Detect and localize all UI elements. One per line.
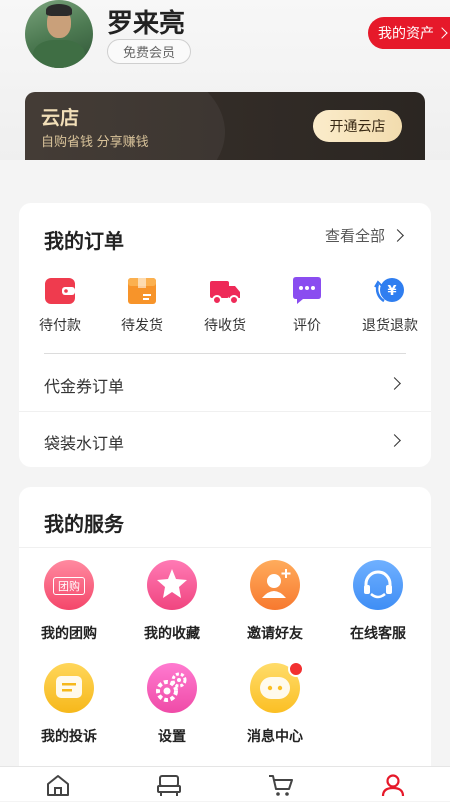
my-assets-label: 我的资产 [378, 25, 434, 41]
avatar-hair [46, 4, 72, 16]
order-status-label: 待付款 [39, 317, 81, 333]
service-label: 我的投诉 [41, 728, 97, 744]
refund-icon: ¥ [374, 276, 406, 306]
service-message-center[interactable]: 消息中心 [230, 661, 320, 746]
tab-store[interactable] [156, 773, 182, 797]
order-status-to-receive[interactable]: 待收货 [185, 276, 265, 335]
order-status-row: 待付款 待发货 待收货 评价 ¥ 退货退款 [19, 276, 431, 342]
invite-friend-icon [250, 560, 300, 610]
group-buy-badge: 团购 [53, 577, 85, 595]
service-label: 邀请好友 [247, 625, 303, 641]
bottom-tab-bar [0, 766, 450, 801]
order-status-label: 待收货 [204, 317, 246, 333]
services-card: 我的服务 团购 我的团购 我的收藏 邀请好友 在线客服 我的投诉 设置 消息中心 [19, 487, 431, 777]
truck-icon [209, 276, 241, 306]
service-label: 设置 [158, 728, 186, 744]
cart-icon [269, 775, 293, 796]
view-all-orders-link[interactable]: 查看全部 [325, 225, 404, 246]
service-complaints[interactable]: 我的投诉 [24, 663, 114, 746]
divider [19, 547, 431, 548]
home-icon [47, 775, 69, 796]
service-label: 消息中心 [247, 728, 303, 744]
package-icon [126, 276, 158, 306]
settings-icon [147, 663, 197, 713]
service-group-buy[interactable]: 团购 我的团购 [24, 560, 114, 643]
profile-icon [381, 774, 405, 797]
order-status-label: 退货退款 [362, 317, 418, 333]
service-settings[interactable]: 设置 [127, 663, 217, 746]
open-cloud-store-button[interactable]: 开通云店 [313, 110, 402, 142]
my-assets-button[interactable]: 我的资产 [368, 17, 450, 49]
chevron-right-icon [388, 377, 401, 390]
avatar[interactable] [25, 0, 93, 68]
orders-card: 我的订单 查看全部 待付款 待发货 待收货 评价 ¥ 退货退款 代金券订单 袋装… [19, 203, 431, 467]
profile-header: 罗来亮 免费会员 我的资产 云店 自购省钱 分享赚钱 开通云店 [0, 0, 450, 160]
service-label: 在线客服 [350, 625, 406, 641]
voucher-orders-row[interactable]: 代金券订单 [19, 355, 431, 411]
order-status-to-ship[interactable]: 待发货 [102, 276, 182, 335]
bagged-water-orders-row[interactable]: 袋装水订单 [19, 412, 431, 468]
row-label: 代金券订单 [44, 379, 125, 396]
tab-home[interactable] [45, 773, 71, 797]
order-status-label: 待发货 [121, 317, 163, 333]
customer-service-icon [353, 560, 403, 610]
cloud-store-title: 云店 [41, 108, 80, 129]
chevron-right-icon [391, 229, 404, 242]
row-label: 袋装水订单 [44, 436, 125, 453]
order-status-pending-payment[interactable]: 待付款 [20, 276, 100, 335]
tab-cart[interactable] [268, 773, 294, 797]
order-status-review[interactable]: 评价 [267, 276, 347, 335]
comment-icon [291, 276, 323, 306]
group-buy-icon: 团购 [44, 560, 94, 610]
avatar-body [33, 40, 85, 68]
service-label: 我的团购 [41, 625, 97, 641]
member-level-badge: 免费会员 [107, 39, 191, 64]
favorite-icon [147, 560, 197, 610]
chevron-right-icon [436, 27, 448, 39]
service-label: 我的收藏 [144, 625, 200, 641]
view-all-label: 查看全部 [325, 228, 386, 245]
services-title: 我的服务 [44, 514, 124, 536]
message-center-icon [250, 661, 304, 713]
orders-title: 我的订单 [44, 231, 124, 253]
tab-profile[interactable] [380, 773, 406, 797]
service-favorites[interactable]: 我的收藏 [127, 560, 217, 643]
username: 罗来亮 [107, 8, 186, 38]
cloud-store-subtitle: 自购省钱 分享赚钱 [41, 134, 149, 149]
order-status-label: 评价 [293, 317, 321, 333]
order-status-refund[interactable]: ¥ 退货退款 [350, 276, 430, 335]
cloud-store-banner: 云店 自购省钱 分享赚钱 开通云店 [25, 92, 425, 160]
chevron-right-icon [388, 434, 401, 447]
store-icon [157, 775, 181, 796]
unread-dot [288, 661, 304, 677]
complaint-icon [44, 663, 94, 713]
service-invite-friends[interactable]: 邀请好友 [230, 560, 320, 643]
wallet-icon [44, 276, 76, 306]
svg-text:¥: ¥ [387, 284, 396, 299]
service-customer-support[interactable]: 在线客服 [333, 560, 423, 643]
divider [44, 353, 406, 354]
